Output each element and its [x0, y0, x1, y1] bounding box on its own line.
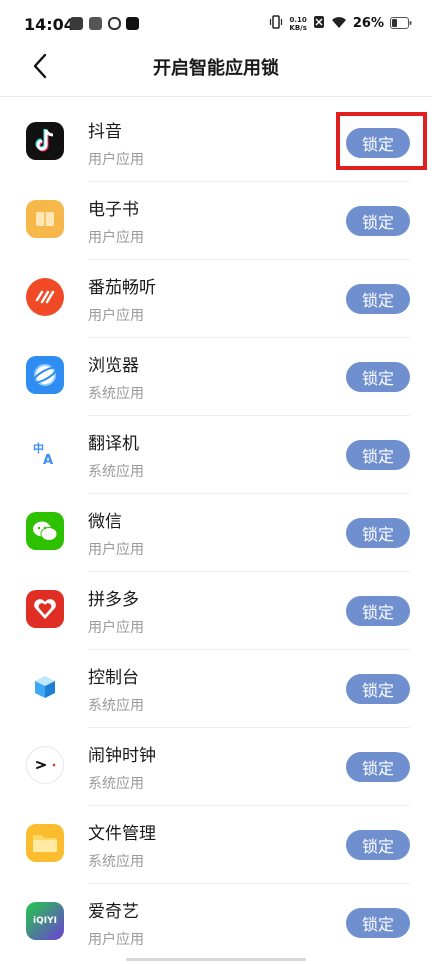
- app-name: 浏览器: [88, 356, 139, 376]
- app-name: 番茄畅听: [88, 278, 156, 298]
- list-item: iQIYI 爱奇艺 用户应用 锁定: [0, 884, 432, 962]
- net-speed-unit: KB/s: [289, 23, 307, 32]
- list-item: 闹钟时钟 系统应用 锁定: [0, 728, 432, 806]
- status-indicators: 0.10 KB/s 26%: [269, 14, 412, 33]
- battery-percent: 26%: [352, 16, 384, 31]
- app-type: 用户应用: [88, 152, 144, 168]
- lock-button[interactable]: 锁定: [346, 518, 410, 548]
- page-title: 开启智能应用锁: [153, 58, 279, 79]
- list-item: 浏览器 系统应用 锁定: [0, 338, 432, 416]
- app-name: 电子书: [88, 200, 139, 220]
- console-icon: [26, 668, 64, 706]
- net-speed: 0.10 KB/s: [289, 16, 306, 32]
- list-item: 电子书 用户应用 锁定: [0, 182, 432, 260]
- status-time: 14:04: [24, 15, 75, 34]
- app-type: 用户应用: [88, 932, 144, 948]
- notification-douyin-icon: [126, 17, 139, 30]
- svg-text:A: A: [43, 453, 53, 468]
- app-type: 用户应用: [88, 620, 144, 636]
- wechat-icon: [26, 512, 64, 550]
- iqiyi-icon: iQIYI: [26, 902, 64, 940]
- iqiyi-logo-text: iQIYI: [33, 916, 57, 926]
- app-type: 系统应用: [88, 698, 144, 714]
- app-name: 闹钟时钟: [88, 746, 156, 766]
- browser-icon: [26, 356, 64, 394]
- net-speed-value: 0.10: [289, 15, 307, 24]
- fanqie-listen-icon: [26, 278, 64, 316]
- app-name: 拼多多: [88, 590, 139, 610]
- app-type: 系统应用: [88, 464, 144, 480]
- lock-button[interactable]: 锁定: [346, 596, 410, 626]
- app-name: 抖音: [88, 122, 122, 142]
- notification-link-icon: [108, 17, 121, 30]
- file-manager-icon: [26, 824, 64, 862]
- app-type: 系统应用: [88, 854, 144, 870]
- app-name: 控制台: [88, 668, 139, 688]
- list-item: 微信 用户应用 锁定: [0, 494, 432, 572]
- list-item: 番茄畅听 用户应用 锁定: [0, 260, 432, 338]
- lock-button[interactable]: 锁定: [346, 674, 410, 704]
- app-type: 系统应用: [88, 776, 144, 792]
- douyin-icon: [26, 122, 64, 160]
- notification-app-icon: [70, 17, 83, 30]
- app-name: 微信: [88, 512, 122, 532]
- list-item: 中A 翻译机 系统应用 锁定: [0, 416, 432, 494]
- lock-button[interactable]: 锁定: [346, 830, 410, 860]
- pinduoduo-icon: [26, 590, 64, 628]
- clock-icon: [26, 746, 64, 784]
- header: 开启智能应用锁: [0, 40, 432, 96]
- app-type: 用户应用: [88, 308, 144, 324]
- app-list: 抖音 用户应用 锁定 电子书 用户应用 锁定 番茄畅听 用户应用 锁定 浏览器 …: [0, 104, 432, 962]
- home-indicator: [126, 958, 306, 961]
- wifi-icon: [331, 14, 347, 33]
- battery-icon: [390, 14, 412, 33]
- app-type: 用户应用: [88, 542, 144, 558]
- list-item: 拼多多 用户应用 锁定: [0, 572, 432, 650]
- list-item: 文件管理 系统应用 锁定: [0, 806, 432, 884]
- lock-button[interactable]: 锁定: [346, 752, 410, 782]
- app-name: 文件管理: [88, 824, 156, 844]
- notification-app-icon: [89, 17, 102, 30]
- app-type: 系统应用: [88, 386, 144, 402]
- app-type: 用户应用: [88, 230, 144, 246]
- app-name: 翻译机: [88, 434, 139, 454]
- lock-button[interactable]: 锁定: [346, 284, 410, 314]
- lock-button[interactable]: 锁定: [346, 440, 410, 470]
- highlight-box: [336, 112, 427, 170]
- vibrate-icon: [269, 14, 283, 33]
- translator-icon: 中A: [26, 434, 64, 472]
- lock-button[interactable]: 锁定: [346, 362, 410, 392]
- list-item: 控制台 系统应用 锁定: [0, 650, 432, 728]
- lock-button[interactable]: 锁定: [346, 206, 410, 236]
- app-name: 爱奇艺: [88, 902, 139, 922]
- sim-disabled-icon: [313, 14, 325, 33]
- lock-button[interactable]: 锁定: [346, 908, 410, 938]
- header-divider: [0, 96, 432, 97]
- ebook-icon: [26, 200, 64, 238]
